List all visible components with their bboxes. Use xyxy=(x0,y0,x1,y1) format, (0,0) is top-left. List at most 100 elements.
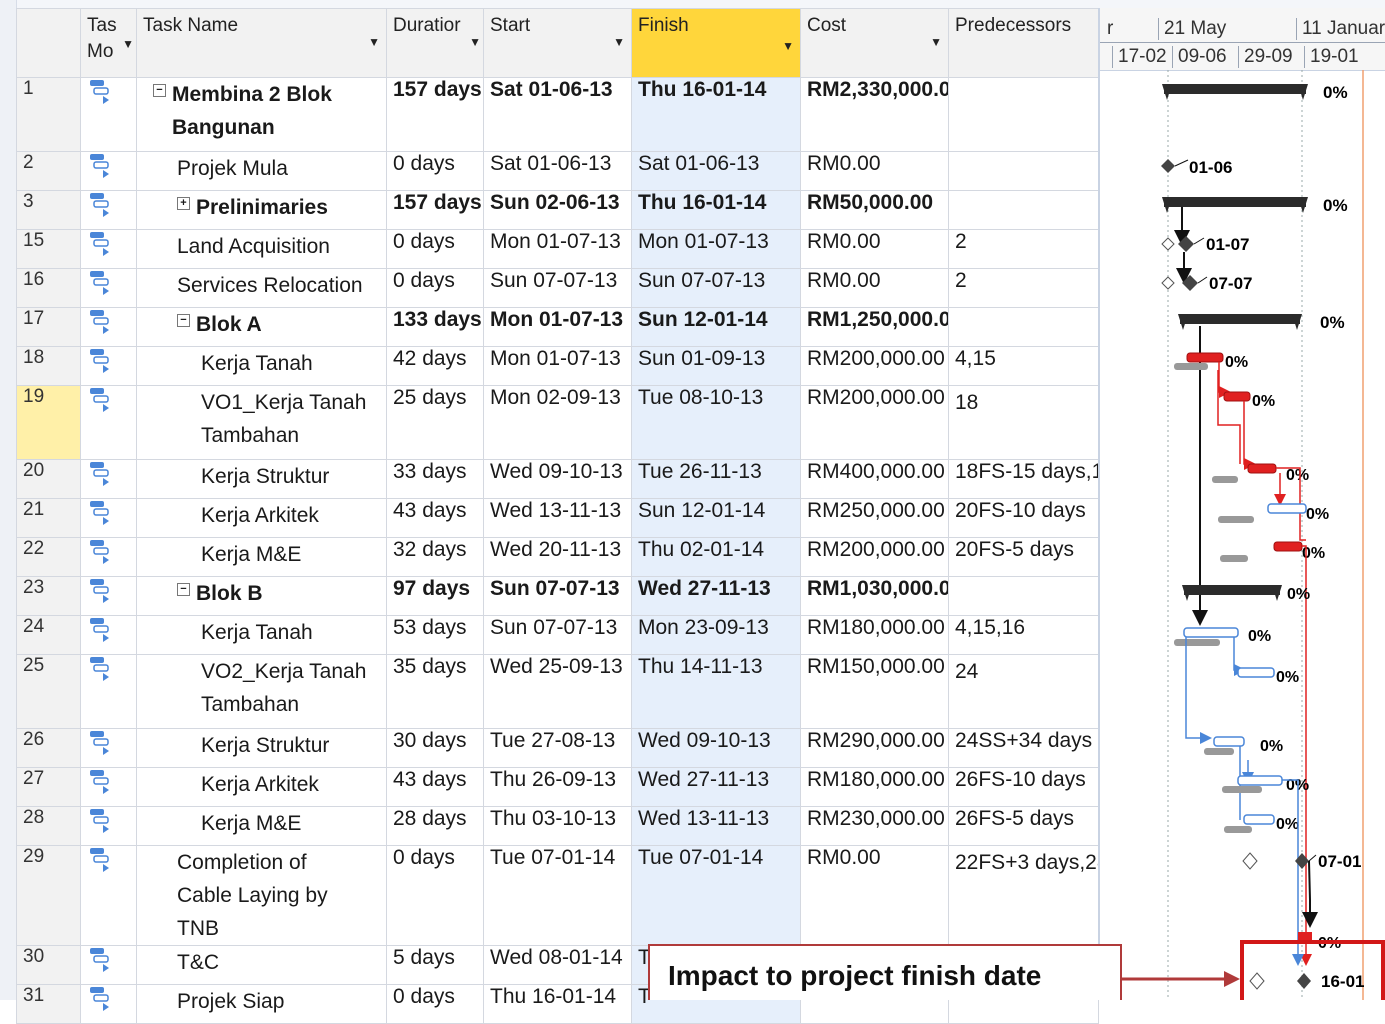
column-header-duration[interactable]: Duratior ▼ xyxy=(386,8,484,78)
task-bar-kerja-tanah-b[interactable] xyxy=(1183,627,1239,638)
task-mode-cell[interactable] xyxy=(80,346,137,386)
row-number[interactable]: 17 xyxy=(16,307,81,347)
task-row[interactable]: 25 VO2_Kerja Tanah Tambahan 35 days Wed 25-… xyxy=(16,654,1099,729)
cost-cell[interactable]: RM0.00 xyxy=(800,268,949,308)
column-header-task-name[interactable]: Task Name ▼ xyxy=(136,8,387,78)
start-cell[interactable]: Sun 07-07-13 xyxy=(483,268,632,308)
row-header-corner[interactable] xyxy=(16,8,81,78)
task-bar-vo1[interactable] xyxy=(1223,391,1251,402)
duration-cell[interactable]: 5 days xyxy=(386,945,484,985)
finish-cell[interactable]: Wed 27-11-13 xyxy=(631,576,801,616)
cost-cell[interactable]: RM200,000.00 xyxy=(800,385,949,460)
task-row[interactable]: 18 Kerja Tanah 42 days Mon 01-07-13 Sun 01-0… xyxy=(16,346,1099,386)
task-name-cell[interactable]: Kerja Tanah xyxy=(136,346,387,386)
row-number[interactable]: 22 xyxy=(16,537,81,577)
predecessors-cell[interactable]: 20FS-5 days xyxy=(948,537,1099,577)
row-number[interactable]: 20 xyxy=(16,459,81,499)
task-name-cell[interactable]: Kerja Arkitek xyxy=(136,498,387,538)
task-mode-cell[interactable] xyxy=(80,77,137,152)
finish-cell[interactable]: Thu 02-01-14 xyxy=(631,537,801,577)
row-number[interactable]: 28 xyxy=(16,806,81,846)
row-number[interactable]: 1 xyxy=(16,77,81,152)
task-name-cell[interactable]: − Blok A xyxy=(136,307,387,347)
start-cell[interactable]: Wed 09-10-13 xyxy=(483,459,632,499)
task-bar-kerja-struktur-a[interactable] xyxy=(1247,463,1277,474)
row-number[interactable]: 23 xyxy=(16,576,81,616)
task-name-cell[interactable]: Kerja Arkitek xyxy=(136,767,387,807)
cost-cell[interactable]: RM150,000.00 xyxy=(800,654,949,729)
task-name-cell[interactable]: VO1_Kerja Tanah Tambahan xyxy=(136,385,387,460)
task-bar-kerja-arkitek-a[interactable] xyxy=(1267,503,1307,514)
task-mode-cell[interactable] xyxy=(80,268,137,308)
predecessors-cell[interactable]: 24SS+34 days xyxy=(948,728,1099,768)
finish-cell[interactable]: Sun 12-01-14 xyxy=(631,498,801,538)
cost-cell[interactable]: RM1,250,000.00 xyxy=(800,307,949,347)
task-mode-cell[interactable] xyxy=(80,945,137,985)
duration-cell[interactable]: 43 days xyxy=(386,767,484,807)
predecessors-cell[interactable]: 22FS+3 days,28F days xyxy=(948,845,1099,946)
row-number[interactable]: 15 xyxy=(16,229,81,269)
task-name-cell[interactable]: T&C xyxy=(136,945,387,985)
task-name-cell[interactable]: Kerja Tanah xyxy=(136,615,387,655)
start-cell[interactable]: Sat 01-06-13 xyxy=(483,151,632,191)
expand-icon[interactable]: + xyxy=(177,197,190,210)
cost-cell[interactable]: RM0.00 xyxy=(800,151,949,191)
summary-bar-membina[interactable] xyxy=(1162,84,1308,100)
duration-cell[interactable]: 0 days xyxy=(386,151,484,191)
task-mode-cell[interactable] xyxy=(80,576,137,616)
task-name-cell[interactable]: Land Acquisition xyxy=(136,229,387,269)
task-row[interactable]: 23− Blok B 97 days Sun 07-07-13 Wed 27-11-13… xyxy=(16,576,1099,616)
milestone-land-acquisition[interactable] xyxy=(1178,236,1194,252)
task-bar-kerja-me-b[interactable] xyxy=(1243,814,1275,825)
predecessors-cell[interactable]: 24 xyxy=(948,654,1099,729)
predecessors-cell[interactable]: 4,15,16 xyxy=(948,615,1099,655)
start-cell[interactable]: Thu 16-01-14 xyxy=(483,984,632,1024)
task-mode-cell[interactable] xyxy=(80,767,137,807)
cost-cell[interactable]: RM200,000.00 xyxy=(800,537,949,577)
summary-bar-blok-a[interactable] xyxy=(1178,314,1302,330)
row-number[interactable]: 24 xyxy=(16,615,81,655)
row-number[interactable]: 29 xyxy=(16,845,81,946)
task-name-cell[interactable]: Kerja Struktur xyxy=(136,459,387,499)
cost-cell[interactable]: RM400,000.00 xyxy=(800,459,949,499)
start-cell[interactable]: Thu 03-10-13 xyxy=(483,806,632,846)
task-name-cell[interactable]: Services Relocation xyxy=(136,268,387,308)
predecessors-cell[interactable] xyxy=(948,190,1099,230)
predecessors-cell[interactable]: 26FS-10 days xyxy=(948,767,1099,807)
duration-cell[interactable]: 133 days xyxy=(386,307,484,347)
cost-cell[interactable]: RM2,330,000.00 xyxy=(800,77,949,152)
collapse-icon[interactable]: − xyxy=(177,583,190,596)
cost-cell[interactable]: RM50,000.00 xyxy=(800,190,949,230)
cost-cell[interactable]: RM200,000.00 xyxy=(800,346,949,386)
cost-cell[interactable]: RM250,000.00 xyxy=(800,498,949,538)
summary-bar-prelinimaries[interactable] xyxy=(1162,197,1308,213)
task-bar-kerja-struktur-b[interactable] xyxy=(1213,736,1245,747)
duration-cell[interactable]: 0 days xyxy=(386,984,484,1024)
task-name-cell[interactable]: VO2_Kerja Tanah Tambahan xyxy=(136,654,387,729)
task-mode-cell[interactable] xyxy=(80,151,137,191)
task-name-cell[interactable]: Kerja M&E xyxy=(136,806,387,846)
duration-cell[interactable]: 0 days xyxy=(386,229,484,269)
start-cell[interactable]: Wed 20-11-13 xyxy=(483,537,632,577)
task-row[interactable]: 17− Blok A 133 days Mon 01-07-13 Sun 12-01-1… xyxy=(16,307,1099,347)
row-number[interactable]: 19 xyxy=(16,385,81,460)
chevron-down-icon[interactable]: ▼ xyxy=(368,35,380,49)
column-header-task-mode[interactable]: Tas Mo ▼ xyxy=(80,8,137,78)
task-row[interactable]: 24 Kerja Tanah 53 days Sun 07-07-13 Mon 23-0… xyxy=(16,615,1099,655)
duration-cell[interactable]: 30 days xyxy=(386,728,484,768)
cost-cell[interactable]: RM0.00 xyxy=(800,845,949,946)
chevron-down-icon[interactable]: ▼ xyxy=(122,31,134,57)
predecessors-cell[interactable] xyxy=(948,151,1099,191)
task-mode-cell[interactable] xyxy=(80,728,137,768)
column-header-predecessors[interactable]: Predecessors xyxy=(948,8,1099,78)
task-mode-cell[interactable] xyxy=(80,385,137,460)
task-row[interactable]: 21 Kerja Arkitek 43 days Wed 13-11-13 Sun 12… xyxy=(16,498,1099,538)
finish-cell[interactable]: Wed 13-11-13 xyxy=(631,806,801,846)
task-mode-cell[interactable] xyxy=(80,229,137,269)
row-number[interactable]: 27 xyxy=(16,767,81,807)
start-cell[interactable]: Mon 01-07-13 xyxy=(483,307,632,347)
task-name-cell[interactable]: Projek Siap xyxy=(136,984,387,1024)
start-cell[interactable]: Sat 01-06-13 xyxy=(483,77,632,152)
cost-cell[interactable]: RM290,000.00 xyxy=(800,728,949,768)
start-cell[interactable]: Mon 01-07-13 xyxy=(483,229,632,269)
